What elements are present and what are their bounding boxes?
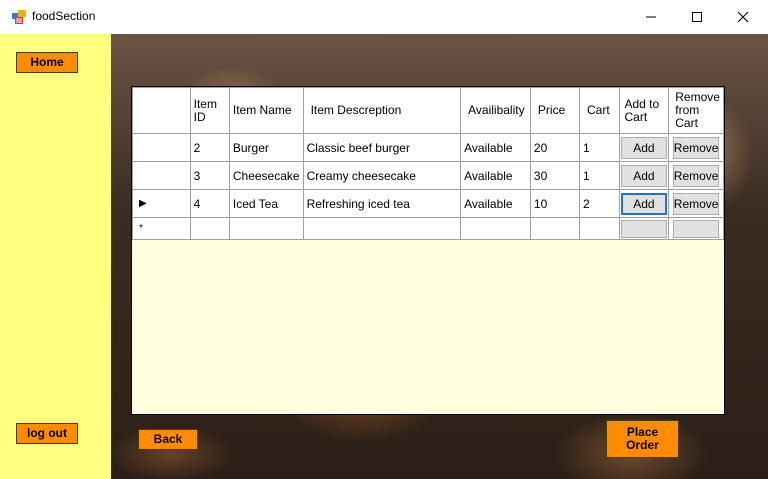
cell-add: Add xyxy=(618,161,670,190)
cell-item-id[interactable]: 2 xyxy=(189,133,230,162)
table-row[interactable]: ▶ 4 Iced Tea Refreshing iced tea Availab… xyxy=(132,189,724,218)
minimize-icon xyxy=(646,16,656,18)
back-button[interactable]: Back xyxy=(138,429,198,450)
cell-remove: Remove xyxy=(668,133,724,162)
home-button[interactable]: Home xyxy=(16,52,78,73)
new-row-indicator[interactable]: * xyxy=(132,217,191,240)
sidebar xyxy=(0,34,111,479)
cell-remove: Remove xyxy=(668,189,724,218)
cell-availability[interactable] xyxy=(460,217,531,240)
remove-from-cart-button[interactable]: Remove xyxy=(673,136,720,159)
cell-item-name[interactable]: Iced Tea xyxy=(228,189,304,218)
app-icon xyxy=(12,10,26,24)
cell-availability[interactable]: Available xyxy=(460,161,531,190)
cell-cart[interactable]: 1 xyxy=(579,161,620,190)
cell-item-name[interactable]: Cheesecake xyxy=(228,161,304,190)
cell-price[interactable]: 20 xyxy=(529,133,581,162)
row-header-corner xyxy=(132,87,191,134)
close-button[interactable] xyxy=(720,0,766,34)
table-row[interactable]: 3 Cheesecake Creamy cheesecake Available… xyxy=(132,161,724,190)
cell-availability[interactable]: Available xyxy=(460,133,531,162)
cell-item-description[interactable] xyxy=(302,217,462,240)
column-header-item-description[interactable]: Item Descreption xyxy=(302,87,462,134)
cell-price[interactable]: 30 xyxy=(529,161,581,190)
column-header-item-name[interactable]: Item Name xyxy=(228,87,304,134)
add-to-cart-button[interactable] xyxy=(620,219,667,238)
cell-remove: Remove xyxy=(668,161,724,190)
cell-cart[interactable] xyxy=(579,217,620,240)
column-header-cart[interactable]: Cart xyxy=(579,87,620,134)
row-header[interactable] xyxy=(132,161,191,190)
row-header[interactable] xyxy=(132,133,191,162)
cell-add: Add xyxy=(618,189,670,218)
new-row[interactable]: * xyxy=(132,217,724,240)
cell-cart[interactable]: 1 xyxy=(579,133,620,162)
window-title: foodSection xyxy=(32,9,96,23)
cell-item-description[interactable]: Refreshing iced tea xyxy=(302,189,462,218)
maximize-button[interactable] xyxy=(674,0,720,34)
food-section-window: foodSection Home log out Item ID Item Na… xyxy=(0,0,768,479)
cell-cart[interactable]: 2 xyxy=(579,189,620,218)
column-header-price[interactable]: Price xyxy=(529,87,581,134)
cell-price[interactable] xyxy=(529,217,581,240)
column-header-item-id[interactable]: Item ID xyxy=(189,87,230,134)
add-to-cart-button[interactable]: Add xyxy=(620,136,667,159)
cell-add xyxy=(618,217,670,240)
cell-add: Add xyxy=(618,133,670,162)
cell-price[interactable]: 10 xyxy=(529,189,581,218)
cell-item-id[interactable]: 4 xyxy=(189,189,230,218)
table-row[interactable]: 2 Burger Classic beef burger Available 2… xyxy=(132,133,724,162)
cell-item-description[interactable]: Creamy cheesecake xyxy=(302,161,462,190)
column-header-add-to-cart[interactable]: Add to Cart xyxy=(618,87,670,134)
remove-from-cart-button[interactable] xyxy=(673,219,720,238)
close-icon xyxy=(737,11,749,23)
cell-item-name[interactable]: Burger xyxy=(228,133,304,162)
place-order-button[interactable]: Place Order xyxy=(606,420,679,458)
add-to-cart-button[interactable]: Add xyxy=(620,164,667,187)
maximize-icon xyxy=(692,12,702,22)
column-header-availability[interactable]: Availibality xyxy=(460,87,531,134)
column-header-remove-from-cart[interactable]: Remove from Cart xyxy=(668,87,724,134)
cell-item-description[interactable]: Classic beef burger xyxy=(302,133,462,162)
remove-from-cart-button[interactable]: Remove xyxy=(673,192,720,215)
logout-button[interactable]: log out xyxy=(16,423,78,444)
current-row-indicator[interactable]: ▶ xyxy=(132,189,191,218)
remove-from-cart-button[interactable]: Remove xyxy=(673,164,720,187)
minimize-button[interactable] xyxy=(628,0,674,34)
cell-item-id[interactable]: 3 xyxy=(189,161,230,190)
title-bar[interactable]: foodSection xyxy=(0,0,768,34)
cell-remove xyxy=(668,217,724,240)
food-items-table: Item ID Item Name Item Descreption Avail… xyxy=(132,87,724,240)
cell-availability[interactable]: Available xyxy=(460,189,531,218)
cell-item-id[interactable] xyxy=(189,217,230,240)
cell-item-name[interactable] xyxy=(228,217,304,240)
food-items-grid[interactable]: Item ID Item Name Item Descreption Avail… xyxy=(131,86,725,415)
add-to-cart-button[interactable]: Add xyxy=(620,192,667,215)
